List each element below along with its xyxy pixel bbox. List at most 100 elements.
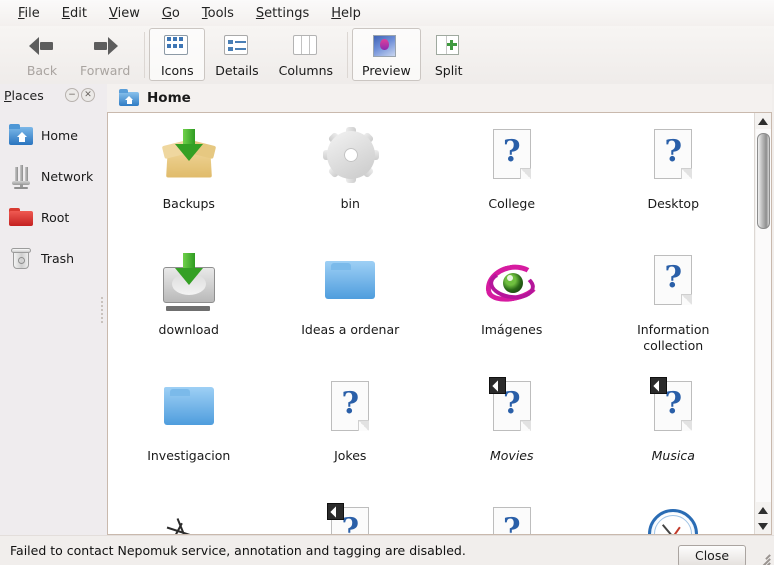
file-item-label: College	[488, 196, 536, 211]
forward-button-label: Forward	[80, 63, 131, 78]
view-mode-details-button[interactable]: Details	[205, 28, 268, 81]
file-item-label: download	[158, 322, 219, 337]
file-item[interactable]: ? Desktop	[593, 119, 755, 245]
undock-icon[interactable]: −	[65, 88, 79, 102]
file-item-label: Movies	[489, 448, 534, 463]
breadcrumb[interactable]: Home	[107, 84, 772, 112]
places-list: Home Network Root Trash	[0, 106, 97, 279]
unknown-document-icon: ?	[481, 505, 543, 534]
preview-toggle-button[interactable]: Preview	[352, 28, 421, 81]
resize-grip[interactable]	[754, 549, 771, 565]
icons-button-label: Icons	[160, 63, 194, 78]
file-item-label: Backups	[162, 196, 215, 211]
unknown-document-icon: ?	[642, 377, 704, 441]
main-area: Places − ✕ Home Network Root Trash Home …	[0, 84, 774, 535]
file-view: Backups bin ? College ? Desktop download…	[107, 112, 772, 535]
menu-bar: File Edit View Go Tools Settings Help	[0, 0, 774, 26]
image-preview-icon	[373, 33, 399, 59]
menu-item-view[interactable]: View	[109, 6, 140, 21]
sketch-scribble-icon	[158, 505, 220, 534]
file-item-label: Ideas a ordenar	[301, 322, 400, 337]
archive-box-down-arrow-icon	[158, 127, 220, 189]
close-notification-button[interactable]: Close	[678, 544, 746, 565]
status-bar: Failed to contact Nepomuk service, annot…	[0, 535, 774, 565]
unknown-document-icon: ?	[642, 127, 704, 189]
view-mode-columns-button[interactable]: Columns	[269, 28, 343, 81]
places-title: Places	[4, 87, 44, 103]
file-item[interactable]: Imágenes	[431, 245, 593, 371]
file-item[interactable]: ? Movies	[431, 371, 593, 497]
back-button[interactable]: Back	[14, 28, 70, 81]
blue-folder-icon	[158, 379, 220, 441]
harddrive-down-arrow-icon	[158, 253, 220, 315]
vertical-scrollbar[interactable]	[754, 113, 771, 534]
columns-view-icon	[292, 33, 319, 59]
close-button-label: Close	[694, 548, 730, 563]
file-item-label: Investigacion	[147, 448, 231, 463]
file-item-label: Jokes	[334, 448, 367, 463]
file-item[interactable]: ?	[431, 497, 593, 534]
preview-button-label: Preview	[362, 63, 411, 78]
details-view-icon	[223, 33, 250, 59]
clock-icon	[642, 505, 704, 534]
sidebar-item-label: Trash	[41, 251, 75, 266]
sidebar-item-root[interactable]: Root	[0, 197, 97, 238]
scrollbar-thumb[interactable]	[756, 133, 770, 229]
symlink-badge-icon	[650, 377, 668, 394]
network-tower-icon	[8, 164, 34, 190]
menu-item-file[interactable]: File	[18, 6, 40, 21]
split-button-label: Split	[434, 63, 463, 78]
file-item[interactable]: ? College	[431, 119, 593, 245]
sidebar-item-trash[interactable]: Trash	[0, 238, 97, 279]
file-item[interactable]	[593, 497, 755, 534]
file-item[interactable]: ? Jokes	[270, 371, 432, 497]
file-item[interactable]: ?	[270, 497, 432, 534]
trash-bin-icon	[8, 246, 34, 272]
unknown-document-icon: ?	[481, 127, 543, 189]
unknown-document-icon: ?	[481, 377, 543, 441]
sidebar-item-home[interactable]: Home	[0, 115, 97, 156]
file-item[interactable]: Ideas a ordenar	[270, 245, 432, 371]
menu-item-settings[interactable]: Settings	[256, 6, 309, 21]
file-item-label: Imágenes	[481, 322, 543, 337]
menu-item-tools[interactable]: Tools	[202, 6, 234, 21]
symlink-badge-icon	[327, 503, 345, 520]
split-view-button[interactable]: Split	[421, 28, 477, 81]
sidebar-item-label: Network	[41, 169, 94, 184]
menu-item-edit[interactable]: Edit	[62, 6, 87, 21]
sidebar-item-network[interactable]: Network	[0, 156, 97, 197]
file-item[interactable]: ? Information collection	[593, 245, 755, 371]
scrollbar-track[interactable]	[755, 129, 771, 502]
file-item-label: bin	[340, 196, 360, 211]
file-item[interactable]: Backups	[108, 119, 270, 245]
forward-button[interactable]: Forward	[70, 28, 140, 81]
menu-item-help[interactable]: Help	[331, 6, 361, 21]
file-item[interactable]: download	[108, 245, 270, 371]
menu-item-go[interactable]: Go	[162, 6, 180, 21]
back-button-label: Back	[26, 63, 58, 78]
columns-button-label: Columns	[278, 63, 334, 78]
grid-view-icon	[164, 33, 190, 59]
scroll-page-up-button[interactable]	[755, 502, 772, 518]
unknown-document-icon: ?	[319, 379, 381, 441]
symlink-badge-icon	[488, 377, 506, 394]
sidebar-item-label: Root	[41, 210, 70, 225]
view-mode-icons-button[interactable]: Icons	[149, 28, 206, 81]
file-item[interactable]: ? Musica	[593, 371, 755, 497]
details-button-label: Details	[215, 63, 259, 78]
file-item[interactable]	[108, 497, 270, 534]
file-item[interactable]: Investigacion	[108, 371, 270, 497]
status-message: Failed to contact Nepomuk service, annot…	[10, 543, 466, 558]
panel-splitter[interactable]	[97, 84, 107, 535]
close-glyph: ✕	[84, 90, 92, 100]
file-item[interactable]: bin	[270, 119, 432, 245]
home-folder-icon	[119, 88, 139, 108]
close-icon[interactable]: ✕	[81, 88, 95, 102]
arrow-left-icon	[29, 33, 55, 59]
blue-folder-icon	[319, 253, 381, 315]
file-grid: Backups bin ? College ? Desktop download…	[108, 113, 754, 534]
icon-grid-area: Backups bin ? College ? Desktop download…	[108, 113, 754, 534]
undock-glyph: −	[68, 90, 76, 100]
scroll-down-button[interactable]	[755, 518, 772, 534]
scroll-up-button[interactable]	[755, 113, 772, 129]
